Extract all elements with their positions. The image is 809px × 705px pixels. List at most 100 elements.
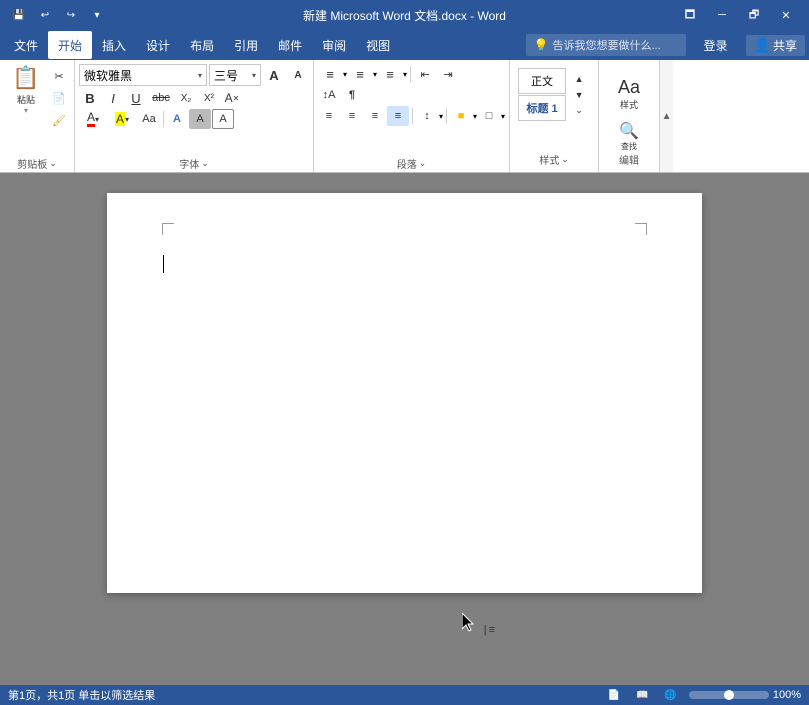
font-grow-button[interactable]: A — [263, 65, 285, 85]
paste-button[interactable]: 📋 粘贴 ▾ — [4, 64, 48, 116]
separator — [163, 111, 164, 127]
styles-list: 正文 标题 1 — [518, 68, 566, 121]
case-change-button[interactable]: Aa — [137, 109, 161, 129]
menu-references[interactable]: 引用 — [224, 31, 268, 59]
style-heading1[interactable]: 标题 1 — [518, 95, 566, 121]
styles-down-button[interactable]: ▼ — [568, 88, 590, 102]
justify-button[interactable]: ≡ — [387, 106, 409, 126]
font-expand-icon[interactable]: ⌄ — [201, 158, 209, 169]
italic-button[interactable]: I — [102, 88, 124, 108]
font-name-dropdown[interactable]: 微软雅黑 ▾ — [79, 64, 207, 86]
borders-arrow[interactable]: ▾ — [501, 112, 505, 121]
zoom-handle[interactable] — [724, 690, 734, 700]
multilevel-arrow[interactable]: ▾ — [403, 70, 407, 79]
bullets-arrow[interactable]: ▾ — [343, 70, 347, 79]
status-bar: 第1页，共1页 单击以筛选结果 📄 📖 🌐 100% — [0, 685, 809, 705]
menu-review[interactable]: 审阅 — [312, 31, 356, 59]
styles-big-btn[interactable]: Aa 样式 — [607, 68, 651, 120]
shading-arrow[interactable]: ▾ — [473, 112, 477, 121]
style-normal[interactable]: 正文 — [518, 68, 566, 94]
clear-format-button[interactable]: A✕ — [221, 88, 243, 108]
paragraph-expand-icon[interactable]: ⌄ — [419, 158, 427, 169]
copy-button[interactable]: 📄 — [48, 88, 70, 108]
styles-expand-button[interactable]: ⌄ — [568, 104, 590, 118]
share-btn[interactable]: 👤 共享 — [746, 35, 805, 56]
font-format-row: B I U abc X₂ X² A✕ — [79, 88, 309, 108]
increase-indent-button[interactable]: ⇥ — [437, 64, 459, 84]
mouse-cursor-indicator: |≡ — [462, 613, 495, 637]
title-bar: 💾 ↩ ↪ ▾ 新建 Microsoft Word 文档.docx - Word… — [0, 0, 809, 30]
char-border-button[interactable]: A — [212, 109, 234, 129]
decrease-indent-button[interactable]: ⇤ — [414, 64, 436, 84]
align-center-button[interactable]: ≡ — [341, 106, 363, 126]
close-btn[interactable]: ✕ — [771, 4, 801, 26]
sort-button[interactable]: ↕A — [318, 85, 340, 105]
menu-file[interactable]: 文件 — [4, 31, 48, 59]
ribbon: 📋 粘贴 ▾ ✂ 📄 🖌 剪贴板 ⌄ 微软雅黑 ▾ 三号 ▾ A A — [0, 60, 809, 173]
cut-button[interactable]: ✂ — [48, 66, 70, 86]
ribbon-display-btn[interactable]: 🗖 — [675, 4, 705, 26]
paste-icon: 📋 — [12, 65, 39, 91]
minimize-btn[interactable]: ─ — [707, 4, 737, 26]
font-color-button[interactable]: A ▾ — [79, 109, 107, 129]
styles-icon: Aa — [618, 77, 640, 98]
menu-home[interactable]: 开始 — [48, 31, 92, 59]
clipboard-expand-icon[interactable]: ⌄ — [49, 158, 57, 169]
styles-section-label: 样式 ⌄ — [518, 150, 590, 168]
menu-view[interactable]: 视图 — [356, 31, 400, 59]
zoom-level: 100% — [773, 689, 801, 701]
bold-button[interactable]: B — [79, 88, 101, 108]
format-painter-button[interactable]: 🖌 — [48, 110, 70, 130]
menu-insert[interactable]: 插入 — [92, 31, 136, 59]
font-color-arrow[interactable]: ▾ — [95, 115, 99, 124]
signin-btn[interactable]: 登录 — [694, 31, 738, 59]
font-section: 微软雅黑 ▾ 三号 ▾ A A B I U abc X₂ X² A✕ A ▾ — [75, 60, 314, 172]
document-page[interactable]: |≡ — [107, 193, 702, 593]
customize-quick-btn[interactable]: ▾ — [86, 4, 108, 26]
highlight-color-button[interactable]: A ▾ — [108, 109, 136, 129]
bullets-button[interactable]: ≡ — [318, 64, 342, 84]
share-label: 共享 — [773, 37, 797, 54]
menu-design[interactable]: 设计 — [136, 31, 180, 59]
print-view-btn[interactable]: 📄 — [604, 689, 624, 702]
paste-dropdown-arrow[interactable]: ▾ — [24, 106, 28, 115]
numbering-button[interactable]: ≡ — [348, 64, 372, 84]
subscript-button[interactable]: X₂ — [175, 88, 197, 108]
font-name-value: 微软雅黑 — [84, 67, 132, 84]
numbering-arrow[interactable]: ▾ — [373, 70, 377, 79]
ribbon-scroll-button[interactable]: ▲ — [659, 60, 673, 172]
styles-up-button[interactable]: ▲ — [568, 72, 590, 86]
line-spacing-arrow[interactable]: ▾ — [439, 112, 443, 121]
undo-quick-btn[interactable]: ↩ — [34, 4, 56, 26]
save-quick-btn[interactable]: 💾 — [8, 4, 30, 26]
align-left-button[interactable]: ≡ — [318, 106, 340, 126]
superscript-button[interactable]: X² — [198, 88, 220, 108]
read-view-btn[interactable]: 📖 — [632, 689, 652, 702]
menu-mailings[interactable]: 邮件 — [268, 31, 312, 59]
multilevel-button[interactable]: ≡ — [378, 64, 402, 84]
highlight-icon: A — [115, 112, 125, 126]
redo-quick-btn[interactable]: ↪ — [60, 4, 82, 26]
page-info: 第1页，共1页 单击以筛选结果 — [8, 687, 155, 703]
zoom-slider[interactable] — [689, 691, 769, 699]
align-right-button[interactable]: ≡ — [364, 106, 386, 126]
show-marks-button[interactable]: ¶ — [341, 85, 363, 105]
search-box[interactable]: 💡 告诉我您想要做什么... — [526, 34, 686, 56]
styles-expand-icon[interactable]: ⌄ — [561, 154, 569, 165]
text-effect-button[interactable]: A — [166, 109, 188, 129]
menu-layout[interactable]: 布局 — [180, 31, 224, 59]
web-view-btn[interactable]: 🌐 — [660, 689, 680, 702]
borders-button[interactable]: □ — [478, 106, 500, 126]
restore-btn[interactable]: 🗗 — [739, 4, 769, 26]
strikethrough-button[interactable]: abc — [148, 88, 174, 108]
shading-button[interactable]: ■ — [450, 106, 472, 126]
find-button[interactable]: 🔍 查找 — [615, 122, 643, 150]
styles-btn-label: 样式 — [620, 98, 638, 111]
char-shading-button[interactable]: A — [189, 109, 211, 129]
highlight-arrow[interactable]: ▾ — [125, 115, 129, 124]
font-shrink-button[interactable]: A — [287, 65, 309, 85]
paragraph-sort-row: ↕A ¶ — [318, 85, 505, 105]
underline-button[interactable]: U — [125, 88, 147, 108]
line-spacing-button[interactable]: ↕ — [416, 106, 438, 126]
font-size-dropdown[interactable]: 三号 ▾ — [209, 64, 261, 86]
